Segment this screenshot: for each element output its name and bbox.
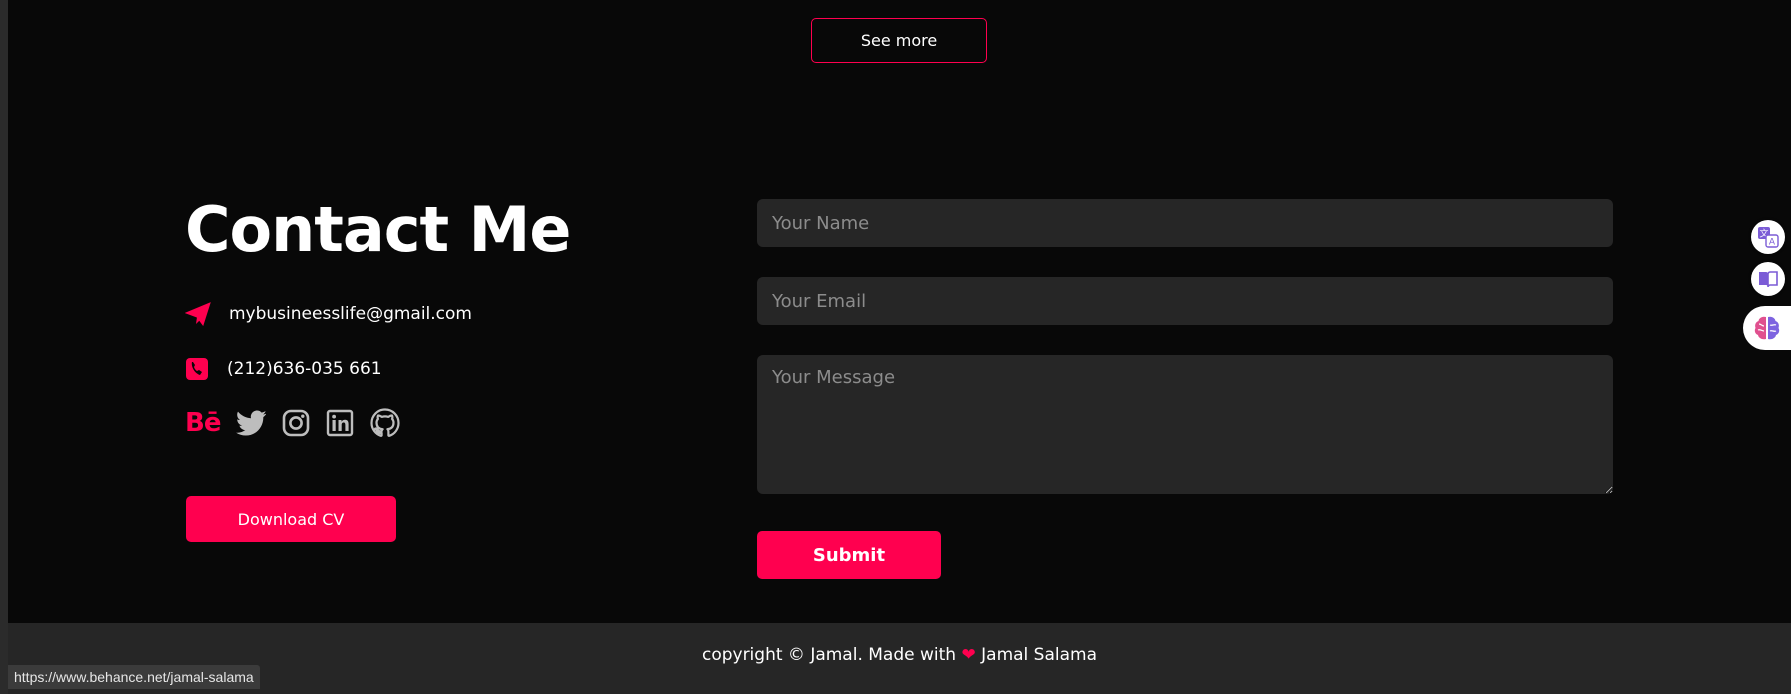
instagram-icon[interactable] [282,409,310,437]
submit-button[interactable]: Submit [757,531,941,579]
paper-plane-icon [185,302,211,326]
phone-text: (212)636-035 661 [227,359,382,379]
see-more-button[interactable]: See more [811,18,987,63]
heart-icon: ❤ [961,645,976,665]
translate-icon[interactable]: 文A [1751,220,1785,254]
linkedin-icon[interactable] [326,409,354,437]
email-row: mybusineesslife@gmail.com [185,302,472,326]
copyright-text: copyright © Jamal. Made with ❤ Jamal Sal… [701,645,1098,665]
status-bar-url: https://www.behance.net/jamal-salama [8,665,260,689]
phone-row: (212)636-035 661 [185,357,382,381]
social-links: Bē [185,408,401,438]
footer: copyright © Jamal. Made with ❤ Jamal Sal… [8,623,1791,694]
phone-icon [185,357,209,381]
email-text[interactable]: mybusineesslife@gmail.com [229,304,472,324]
github-icon[interactable] [370,408,401,438]
behance-icon[interactable]: Bē [185,409,221,437]
message-textarea[interactable] [757,355,1613,494]
download-cv-button[interactable]: Download CV [186,496,396,542]
email-input[interactable] [757,277,1613,325]
left-window-edge [0,0,8,694]
svg-text:A: A [1769,238,1776,248]
twitter-icon[interactable] [236,410,267,436]
contact-title: Contact Me [185,193,571,266]
reader-icon[interactable] [1751,262,1785,296]
name-input[interactable] [757,199,1613,247]
brain-icon[interactable] [1743,306,1791,350]
